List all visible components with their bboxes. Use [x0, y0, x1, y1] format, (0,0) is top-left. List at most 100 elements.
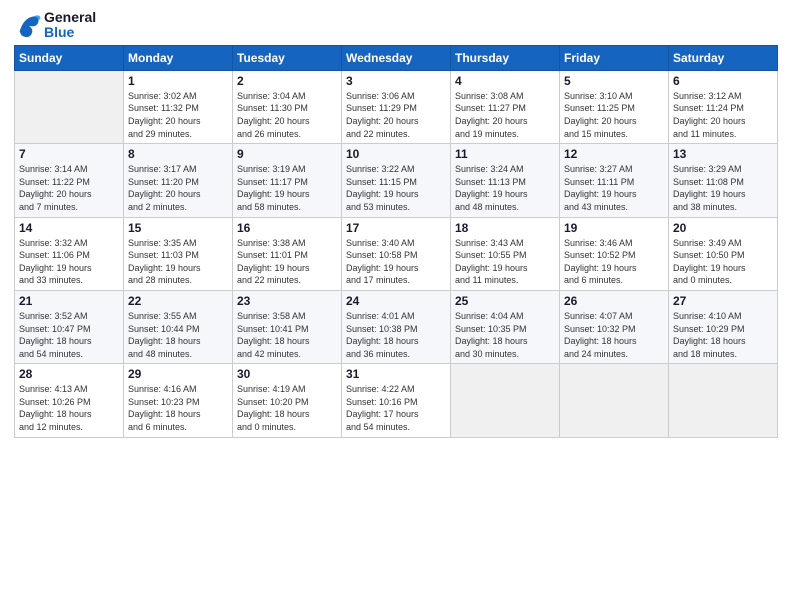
calendar-header-sunday: Sunday [15, 45, 124, 70]
calendar-cell: 28Sunrise: 4:13 AM Sunset: 10:26 PM Dayl… [15, 364, 124, 437]
day-info: Sunrise: 3:17 AM Sunset: 11:20 PM Daylig… [128, 163, 228, 213]
day-info: Sunrise: 3:43 AM Sunset: 10:55 PM Daylig… [455, 237, 555, 287]
calendar-cell: 12 Sunrise: 3:27 AM Sunset: 11:11 PM Dayl… [560, 144, 669, 217]
calendar-cell: 2Sunrise: 3:04 AM Sunset: 11:30 PM Dayli… [233, 70, 342, 143]
calendar-cell: 7 Sunrise: 3:14 AM Sunset: 11:22 PM Dayli… [15, 144, 124, 217]
logo: General Blue [14, 10, 96, 41]
calendar-cell: 23 Sunrise: 3:58 AM Sunset: 10:41 PM Dayl… [233, 290, 342, 363]
calendar-cell: 10 Sunrise: 3:22 AM Sunset: 11:15 PM Dayl… [342, 144, 451, 217]
day-info: Sunrise: 3:52 AM Sunset: 10:47 PM Daylig… [19, 310, 119, 360]
day-info: Sunrise: 3:27 AM Sunset: 11:11 PM Daylig… [564, 163, 664, 213]
calendar-cell: 11Sunrise: 3:24 AM Sunset: 11:13 PM Dayl… [451, 144, 560, 217]
calendar-cell: 29Sunrise: 4:16 AM Sunset: 10:23 PM Dayl… [124, 364, 233, 437]
day-number: 25 [455, 294, 555, 308]
calendar-cell [15, 70, 124, 143]
calendar-cell: 9 Sunrise: 3:19 AM Sunset: 11:17 PM Dayli… [233, 144, 342, 217]
calendar-cell: 27 Sunrise: 4:10 AM Sunset: 10:29 PM Dayl… [669, 290, 778, 363]
day-info: Sunrise: 3:19 AM Sunset: 11:17 PM Daylig… [237, 163, 337, 213]
day-number: 20 [673, 221, 773, 235]
day-info: Sunrise: 3:12 AM Sunset: 11:24 PM Daylig… [673, 90, 773, 140]
calendar-cell: 19Sunrise: 3:46 AM Sunset: 10:52 PM Dayl… [560, 217, 669, 290]
day-info: Sunrise: 3:08 AM Sunset: 11:27 PM Daylig… [455, 90, 555, 140]
calendar-header-saturday: Saturday [669, 45, 778, 70]
day-number: 23 [237, 294, 337, 308]
calendar-cell [560, 364, 669, 437]
day-info: Sunrise: 3:10 AM Sunset: 11:25 PM Daylig… [564, 90, 664, 140]
calendar-header-friday: Friday [560, 45, 669, 70]
calendar-cell: 30 Sunrise: 4:19 AM Sunset: 10:20 PM Dayl… [233, 364, 342, 437]
calendar-cell: 24Sunrise: 4:01 AM Sunset: 10:38 PM Dayl… [342, 290, 451, 363]
calendar-cell: 21 Sunrise: 3:52 AM Sunset: 10:47 PM Dayl… [15, 290, 124, 363]
calendar-cell: 8Sunrise: 3:17 AM Sunset: 11:20 PM Dayli… [124, 144, 233, 217]
day-info: Sunrise: 3:04 AM Sunset: 11:30 PM Daylig… [237, 90, 337, 140]
day-number: 13 [673, 147, 773, 161]
day-info: Sunrise: 3:14 AM Sunset: 11:22 PM Daylig… [19, 163, 119, 213]
day-info: Sunrise: 3:32 AM Sunset: 11:06 PM Daylig… [19, 237, 119, 287]
day-info: Sunrise: 3:40 AM Sunset: 10:58 PM Daylig… [346, 237, 446, 287]
day-info: Sunrise: 4:13 AM Sunset: 10:26 PM Daylig… [19, 383, 119, 433]
calendar-cell [451, 364, 560, 437]
calendar-cell: 3 Sunrise: 3:06 AM Sunset: 11:29 PM Dayli… [342, 70, 451, 143]
logo-line1: General [44, 10, 96, 25]
calendar-header-tuesday: Tuesday [233, 45, 342, 70]
day-number: 26 [564, 294, 664, 308]
calendar-cell: 4 Sunrise: 3:08 AM Sunset: 11:27 PM Dayli… [451, 70, 560, 143]
day-number: 10 [346, 147, 446, 161]
day-number: 15 [128, 221, 228, 235]
day-number: 21 [19, 294, 119, 308]
day-number: 31 [346, 367, 446, 381]
calendar-cell: 6 Sunrise: 3:12 AM Sunset: 11:24 PM Dayli… [669, 70, 778, 143]
day-info: Sunrise: 3:55 AM Sunset: 10:44 PM Daylig… [128, 310, 228, 360]
day-number: 27 [673, 294, 773, 308]
day-number: 3 [346, 74, 446, 88]
calendar-header-monday: Monday [124, 45, 233, 70]
calendar-header-wednesday: Wednesday [342, 45, 451, 70]
calendar-cell: 17 Sunrise: 3:40 AM Sunset: 10:58 PM Dayl… [342, 217, 451, 290]
calendar-cell: 1 Sunrise: 3:02 AM Sunset: 11:32 PM Dayli… [124, 70, 233, 143]
day-info: Sunrise: 3:22 AM Sunset: 11:15 PM Daylig… [346, 163, 446, 213]
day-info: Sunrise: 3:02 AM Sunset: 11:32 PM Daylig… [128, 90, 228, 140]
day-info: Sunrise: 3:35 AM Sunset: 11:03 PM Daylig… [128, 237, 228, 287]
day-info: Sunrise: 3:49 AM Sunset: 10:50 PM Daylig… [673, 237, 773, 287]
calendar-week-row: 21 Sunrise: 3:52 AM Sunset: 10:47 PM Dayl… [15, 290, 778, 363]
calendar-cell: 13 Sunrise: 3:29 AM Sunset: 11:08 PM Dayl… [669, 144, 778, 217]
day-number: 11 [455, 147, 555, 161]
calendar-cell: 20 Sunrise: 3:49 AM Sunset: 10:50 PM Dayl… [669, 217, 778, 290]
day-info: Sunrise: 4:22 AM Sunset: 10:16 PM Daylig… [346, 383, 446, 433]
day-info: Sunrise: 4:10 AM Sunset: 10:29 PM Daylig… [673, 310, 773, 360]
day-number: 16 [237, 221, 337, 235]
day-number: 7 [19, 147, 119, 161]
calendar-cell: 14 Sunrise: 3:32 AM Sunset: 11:06 PM Dayl… [15, 217, 124, 290]
calendar-cell [669, 364, 778, 437]
calendar-header-row: SundayMondayTuesdayWednesdayThursdayFrid… [15, 45, 778, 70]
day-number: 6 [673, 74, 773, 88]
day-number: 12 [564, 147, 664, 161]
day-number: 18 [455, 221, 555, 235]
day-number: 17 [346, 221, 446, 235]
calendar-cell: 31 Sunrise: 4:22 AM Sunset: 10:16 PM Dayl… [342, 364, 451, 437]
calendar-cell: 5 Sunrise: 3:10 AM Sunset: 11:25 PM Dayli… [560, 70, 669, 143]
day-number: 4 [455, 74, 555, 88]
page: General Blue SundayMondayTuesdayWednesda… [0, 0, 792, 612]
calendar-week-row: 7 Sunrise: 3:14 AM Sunset: 11:22 PM Dayli… [15, 144, 778, 217]
header: General Blue [14, 10, 778, 41]
day-info: Sunrise: 3:06 AM Sunset: 11:29 PM Daylig… [346, 90, 446, 140]
logo-icon [14, 11, 42, 39]
day-number: 5 [564, 74, 664, 88]
calendar-cell: 18 Sunrise: 3:43 AM Sunset: 10:55 PM Dayl… [451, 217, 560, 290]
day-info: Sunrise: 4:16 AM Sunset: 10:23 PM Daylig… [128, 383, 228, 433]
day-number: 30 [237, 367, 337, 381]
day-info: Sunrise: 4:19 AM Sunset: 10:20 PM Daylig… [237, 383, 337, 433]
day-number: 22 [128, 294, 228, 308]
calendar-week-row: 1 Sunrise: 3:02 AM Sunset: 11:32 PM Dayli… [15, 70, 778, 143]
day-number: 14 [19, 221, 119, 235]
calendar-cell: 15 Sunrise: 3:35 AM Sunset: 11:03 PM Dayl… [124, 217, 233, 290]
logo-line2: Blue [44, 25, 96, 40]
day-number: 1 [128, 74, 228, 88]
day-info: Sunrise: 3:46 AM Sunset: 10:52 PM Daylig… [564, 237, 664, 287]
day-info: Sunrise: 4:04 AM Sunset: 10:35 PM Daylig… [455, 310, 555, 360]
day-info: Sunrise: 3:58 AM Sunset: 10:41 PM Daylig… [237, 310, 337, 360]
day-number: 9 [237, 147, 337, 161]
day-info: Sunrise: 3:38 AM Sunset: 11:01 PM Daylig… [237, 237, 337, 287]
day-info: Sunrise: 3:29 AM Sunset: 11:08 PM Daylig… [673, 163, 773, 213]
